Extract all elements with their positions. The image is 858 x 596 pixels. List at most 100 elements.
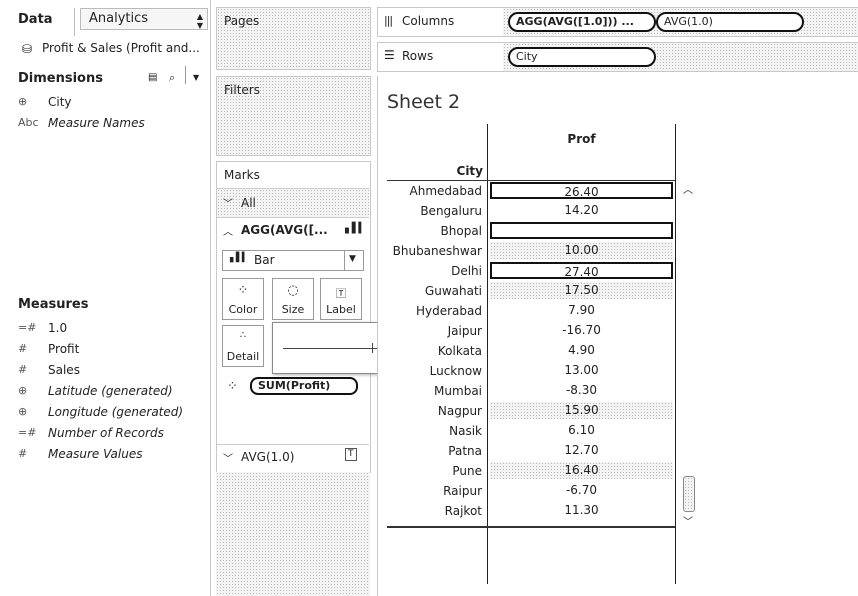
number-type-icon: =# (18, 426, 37, 439)
table-row[interactable]: Delhi 27.40 (378, 261, 678, 281)
chevron-down-icon: ﹀ (223, 454, 233, 465)
table-row[interactable]: Lucknow 13.00 (378, 361, 678, 381)
table-row[interactable]: Bhopal (378, 221, 678, 241)
table-row[interactable]: Mumbai -8.30 (378, 381, 678, 401)
profit-value-cell[interactable]: 10.00 (490, 242, 673, 259)
city-label: Raipur (443, 484, 482, 498)
table-row[interactable]: Rajkot 11.30 (378, 501, 678, 521)
tab-analytics[interactable]: Analytics ▲ ▼ (80, 8, 208, 30)
agg-marks-row[interactable]: ︿ AGG(AVG([... ▖▌▍ (217, 217, 369, 244)
vertical-scrollbar[interactable]: ︿ ﹀ (681, 181, 695, 528)
measure-field-name: Longitude (generated) (48, 405, 184, 419)
updown-arrow-icon: ▲ ▼ (196, 12, 203, 30)
datasource-icon: ⛁ (22, 42, 33, 56)
columns-pill-avg[interactable]: AVG(1.0) (656, 12, 804, 32)
scroll-up-icon[interactable]: ︿ (683, 181, 693, 196)
detail-button[interactable]: ∴ Detail (222, 325, 264, 367)
scroll-down-icon[interactable]: ﹀ (683, 513, 693, 528)
rows-shelf: ☰ Rows City (377, 42, 858, 72)
profit-value-cell[interactable]: 12.70 (490, 442, 673, 459)
filters-shelf[interactable]: Filters (216, 76, 371, 156)
city-label: Guwahati (424, 284, 482, 298)
dimension-field-name: City (48, 95, 72, 109)
color-button[interactable]: ⁘ Color (222, 278, 264, 320)
profit-value-cell[interactable]: 11.30 (490, 502, 673, 519)
tab-data-label: Data (18, 12, 53, 27)
profit-value-cell[interactable]: 15.90 (490, 402, 673, 419)
string-type-icon: Abc (18, 116, 39, 129)
marks-all-row[interactable]: ﹀ All (217, 188, 369, 217)
mark-type-value: Bar (254, 253, 275, 267)
table-row[interactable]: Jaipur -16.70 (378, 321, 678, 341)
scroll-thumb[interactable] (683, 476, 695, 512)
city-label: Ahmedabad (409, 184, 482, 198)
profit-value-cell[interactable]: 14.20 (490, 202, 673, 219)
city-label: Mumbai (434, 384, 482, 398)
table-row[interactable]: Hyderabad 7.90 (378, 301, 678, 321)
measure-field-name: Number of Records (48, 426, 164, 440)
rows-label: Rows (402, 49, 434, 63)
table-row[interactable]: Bengaluru 14.20 (378, 201, 678, 221)
profit-value-cell[interactable]: 26.40 (490, 182, 673, 199)
pages-title: Pages (224, 14, 260, 28)
profit-pill[interactable]: SUM(Profit) (250, 377, 358, 395)
profit-value-cell[interactable]: -16.70 (490, 322, 673, 339)
table-row[interactable]: Kolkata 4.90 (378, 341, 678, 361)
list-view-icon[interactable]: ▤ (148, 72, 157, 83)
table-row[interactable]: Pune 16.40 (378, 461, 678, 481)
profit-value-cell[interactable] (490, 222, 673, 239)
table-row[interactable]: Nagpur 15.90 (378, 401, 678, 421)
rows-pill-city[interactable]: City (508, 47, 656, 67)
bar-chart-icon: ▖▌▍ (345, 223, 366, 234)
measure-field-name: Latitude (generated) (48, 384, 173, 398)
size-button[interactable]: ◌ Size (272, 278, 314, 320)
table-row[interactable]: Patna 12.70 (378, 441, 678, 461)
dimensions-title: Dimensions (18, 71, 103, 86)
profit-value-cell[interactable]: 13.00 (490, 362, 673, 379)
mark-type-select[interactable]: ▖▌▍ Bar ▼ (222, 250, 364, 271)
label-icon: 🅃 (336, 289, 346, 300)
dropdown-icon[interactable]: ▼ (193, 73, 199, 82)
city-label: Bhopal (440, 224, 482, 238)
dimension-field-name: Measure Names (48, 116, 145, 130)
profit-value-cell[interactable]: 17.50 (490, 282, 673, 299)
avg-marks-row[interactable]: ﹀ AVG(1.0) T (217, 444, 369, 471)
text-mark-icon: T (345, 448, 357, 461)
table-row[interactable]: Ahmedabad 26.40 (378, 181, 678, 201)
measure-field-name: 1.0 (48, 321, 68, 335)
label-button[interactable]: 🅃 Label (320, 278, 362, 320)
column-header[interactable]: Prof (488, 132, 675, 146)
search-icon[interactable]: ⌕ (169, 71, 175, 85)
color-icon: ⁘ (227, 379, 238, 394)
number-type-icon: # (18, 363, 28, 376)
table-row[interactable]: Guwahati 17.50 (378, 281, 678, 301)
city-label: Hyderabad (416, 304, 482, 318)
profit-value-cell[interactable]: 16.40 (490, 462, 673, 479)
columns-pill-agg[interactable]: AGG(AVG([1.0])) ... (508, 12, 656, 32)
profit-value-cell[interactable]: 7.90 (490, 302, 673, 319)
color-icon: ⁘ (237, 283, 249, 298)
profit-value-cell[interactable]: 6.10 (490, 422, 673, 439)
globe-icon: ⊕ (18, 95, 28, 108)
city-label: Jaipur (447, 324, 482, 338)
table-row[interactable]: Raipur -6.70 (378, 481, 678, 501)
table-row[interactable]: Bhubaneshwar 10.00 (378, 241, 678, 261)
table-row[interactable]: Nasik 6.10 (378, 421, 678, 441)
tab-data[interactable]: Data (0, 8, 75, 36)
profit-value-cell[interactable]: -6.70 (490, 482, 673, 499)
datasource-name[interactable]: Profit & Sales (Profit and... (42, 41, 200, 55)
profit-value-cell[interactable]: 4.90 (490, 342, 673, 359)
pages-shelf[interactable]: Pages (216, 7, 371, 70)
size-icon: ◌ (287, 283, 299, 298)
marks-empty-area (216, 472, 370, 596)
measure-field-name: Sales (48, 363, 80, 377)
globe-icon: ⊕ (18, 384, 28, 397)
row-header[interactable]: City (387, 164, 483, 178)
sheet-title[interactable]: Sheet 2 (387, 91, 460, 113)
number-type-icon: =# (18, 321, 37, 334)
bottom-rule (387, 526, 675, 528)
city-label: Bhubaneshwar (392, 244, 482, 258)
profit-value-cell[interactable]: -8.30 (490, 382, 673, 399)
profit-value-cell[interactable]: 27.40 (490, 262, 673, 279)
data-pane: Data Analytics ▲ ▼ ⛁ Profit & Sales (Prof… (0, 0, 211, 596)
